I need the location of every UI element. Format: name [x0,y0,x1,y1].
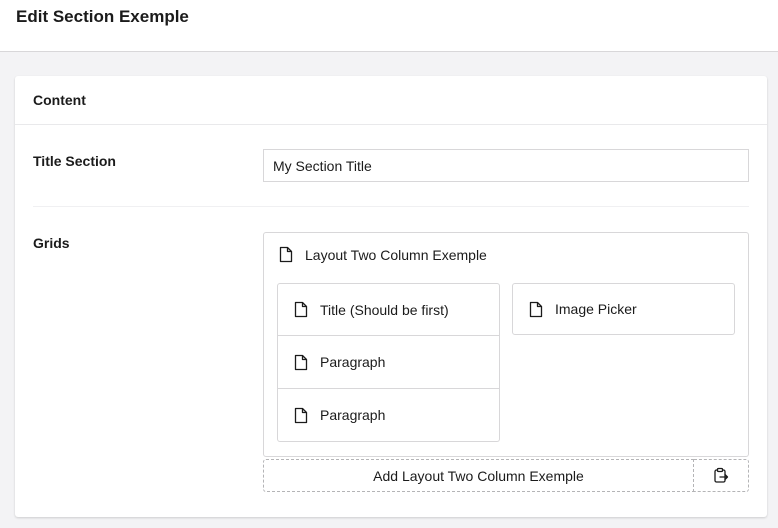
editor-header: Edit Section Exemple [0,0,778,52]
title-section-input[interactable] [263,149,749,182]
property-divider [33,206,749,207]
grid-layout-header[interactable]: Layout Two Column Exemple [279,246,487,263]
grids-label: Grids [33,235,70,251]
add-layout-row: Add Layout Two Column Exemple [263,459,749,492]
grid-layout-container: Layout Two Column Exemple Title (Should … [263,232,749,457]
document-icon [279,246,293,263]
add-layout-button[interactable]: Add Layout Two Column Exemple [263,459,694,492]
content-panel: Content Title Section Grids Layout Two C… [15,76,767,517]
block-paragraph[interactable]: Paragraph [277,336,500,389]
block-label: Title (Should be first) [320,301,449,318]
block-label: Paragraph [320,354,386,370]
document-icon [294,407,308,423]
block-label: Paragraph [320,407,386,423]
document-icon [294,301,308,318]
grid-layout-name: Layout Two Column Exemple [305,246,487,263]
paste-button[interactable] [694,459,749,492]
clipboard-paste-icon [714,467,729,483]
block-label: Image Picker [555,301,637,317]
block-title[interactable]: Title (Should be first) [277,283,500,336]
panel-title: Content [15,76,767,125]
document-icon [529,301,543,317]
block-image-picker[interactable]: Image Picker [512,283,735,335]
document-icon [294,354,308,370]
page-title: Edit Section Exemple [16,7,189,26]
title-section-label: Title Section [33,153,116,169]
block-paragraph[interactable]: Paragraph [277,389,500,442]
